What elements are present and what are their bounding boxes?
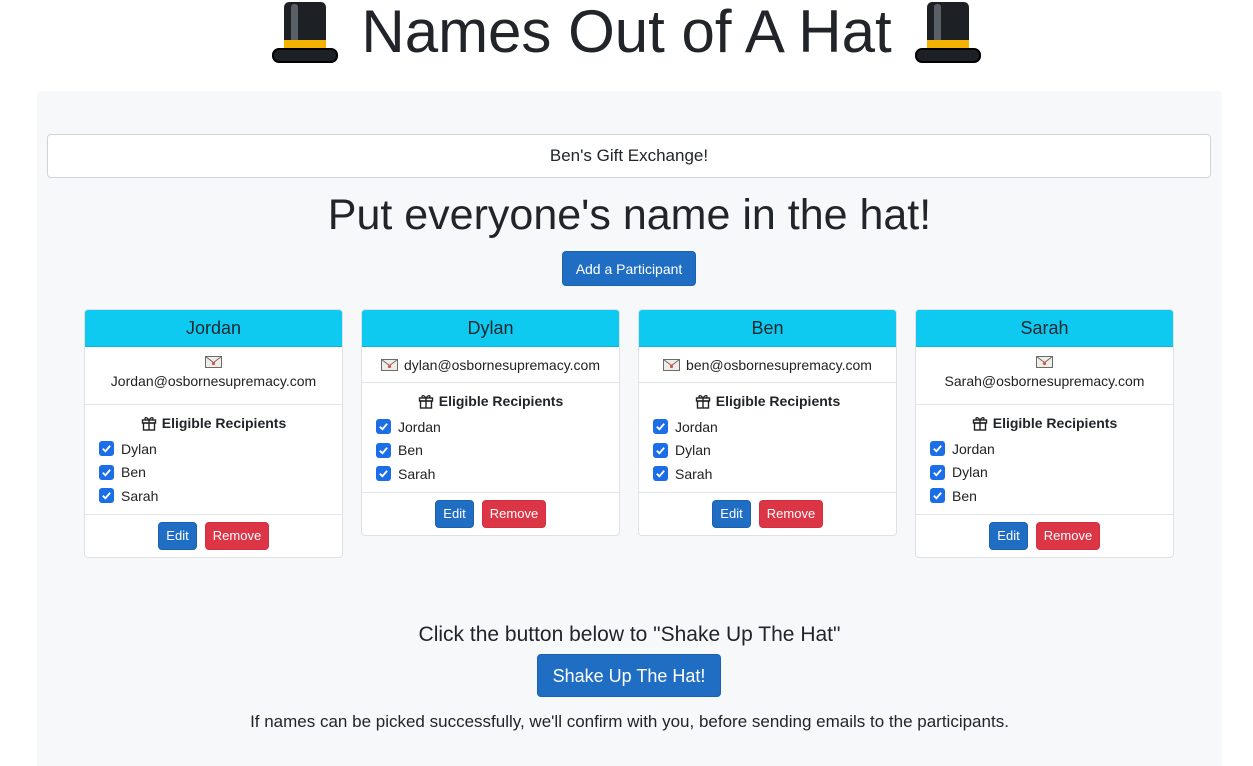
main-panel: Put everyone's name in the hat! Add a Pa… — [37, 91, 1222, 766]
recipient-checkbox[interactable] — [376, 466, 391, 482]
recipient-item[interactable]: Dylan — [653, 439, 882, 463]
participant-email-row: ben@osbornesupremacy.com — [639, 347, 896, 383]
recipients-title: Eligible Recipients — [930, 415, 1159, 431]
participant-card: Sarah Sarah@osbornesupremacy.com Eligibl… — [915, 309, 1174, 558]
recipient-checkbox[interactable] — [930, 464, 945, 480]
edit-button[interactable]: Edit — [435, 499, 474, 528]
gift-icon — [418, 395, 433, 409]
recipient-name: Dylan — [121, 440, 157, 457]
recipient-list: Jordan Dylan Ben — [930, 437, 1159, 508]
card-actions: Edit Remove — [362, 493, 619, 535]
participant-email-row: dylan@osbornesupremacy.com — [362, 347, 619, 383]
recipient-name: Dylan — [675, 442, 711, 459]
participant-name: Dylan — [362, 310, 619, 347]
recipient-item[interactable]: Dylan — [930, 461, 1159, 485]
participant-email: Sarah@osbornesupremacy.com — [944, 373, 1145, 389]
recipients-label: Eligible Recipients — [715, 393, 841, 409]
envelope-icon — [663, 358, 681, 371]
card-actions: Edit Remove — [85, 515, 342, 557]
participant-email-row: Jordan@osbornesupremacy.com — [85, 347, 342, 405]
participant-name: Ben — [639, 310, 896, 347]
recipient-item[interactable]: Sarah — [653, 462, 882, 486]
recipient-item[interactable]: Sarah — [376, 462, 605, 486]
recipient-name: Jordan — [675, 418, 718, 435]
add-participant-button[interactable]: Add a Participant — [562, 251, 696, 286]
page-heading: Put everyone's name in the hat! — [327, 191, 932, 239]
recipient-list: Jordan Dylan Sarah — [653, 415, 882, 486]
app-title: Names Out of A Hat — [361, 0, 892, 65]
recipient-item[interactable]: Ben — [930, 484, 1159, 508]
recipients-title: Eligible Recipients — [99, 415, 328, 431]
top-hat-icon — [914, 2, 981, 63]
recipient-checkbox[interactable] — [99, 488, 114, 504]
recipient-name: Ben — [121, 464, 146, 481]
event-name-input[interactable] — [47, 134, 1211, 178]
remove-button[interactable]: Remove — [759, 499, 823, 528]
recipients-label: Eligible Recipients — [992, 415, 1118, 431]
remove-button[interactable]: Remove — [1036, 521, 1100, 550]
recipients-section: Eligible Recipients Jordan Ben Sarah — [362, 383, 619, 493]
shake-up-hat-button[interactable]: Shake Up The Hat! — [537, 654, 721, 697]
recipient-item[interactable]: Jordan — [653, 415, 882, 439]
recipients-section: Eligible Recipients Jordan Dylan Ben — [916, 405, 1173, 515]
recipient-name: Jordan — [398, 418, 441, 435]
envelope-icon — [1036, 356, 1053, 368]
recipient-item[interactable]: Dylan — [99, 437, 328, 461]
confirmation-note: If names can be picked successfully, we'… — [250, 712, 1009, 731]
recipient-list: Dylan Ben Sarah — [99, 437, 328, 508]
recipient-item[interactable]: Jordan — [930, 437, 1159, 461]
recipient-name: Ben — [398, 442, 423, 459]
gift-icon — [972, 417, 987, 431]
shake-instruction: Click the button below to "Shake Up The … — [418, 623, 841, 646]
recipients-title: Eligible Recipients — [376, 393, 605, 409]
participant-email-row: Sarah@osbornesupremacy.com — [916, 347, 1173, 405]
recipient-checkbox[interactable] — [653, 419, 668, 435]
recipient-item[interactable]: Jordan — [376, 415, 605, 439]
recipient-checkbox[interactable] — [653, 466, 668, 482]
participant-card: Ben ben@osbornesupremacy.com Eligible Re… — [638, 309, 897, 536]
recipient-checkbox[interactable] — [930, 488, 945, 504]
recipient-item[interactable]: Sarah — [99, 484, 328, 508]
envelope-icon — [380, 358, 398, 371]
gift-icon — [141, 417, 156, 431]
participant-name: Sarah — [916, 310, 1173, 347]
recipient-name: Jordan — [952, 440, 995, 457]
remove-button[interactable]: Remove — [205, 521, 269, 550]
app-header: Names Out of A Hat — [0, 0, 1253, 70]
edit-button[interactable]: Edit — [158, 521, 197, 550]
recipient-name: Dylan — [952, 464, 988, 481]
participant-email: Jordan@osbornesupremacy.com — [110, 373, 317, 389]
recipient-checkbox[interactable] — [653, 442, 668, 458]
recipients-label: Eligible Recipients — [161, 415, 287, 431]
recipient-item[interactable]: Ben — [376, 439, 605, 463]
recipient-checkbox[interactable] — [930, 441, 945, 457]
recipient-item[interactable]: Ben — [99, 461, 328, 485]
remove-button[interactable]: Remove — [482, 499, 546, 528]
recipient-checkbox[interactable] — [99, 464, 114, 480]
recipient-name: Sarah — [121, 487, 159, 504]
participant-email: dylan@osbornesupremacy.com — [403, 356, 601, 373]
recipient-list: Jordan Ben Sarah — [376, 415, 605, 486]
recipients-section: Eligible Recipients Dylan Ben Sarah — [85, 405, 342, 515]
participant-name: Jordan — [85, 310, 342, 347]
recipients-section: Eligible Recipients Jordan Dylan Sarah — [639, 383, 896, 493]
recipient-name: Ben — [952, 487, 977, 504]
top-hat-icon — [272, 2, 339, 63]
recipient-checkbox[interactable] — [99, 441, 114, 457]
recipients-title: Eligible Recipients — [653, 393, 882, 409]
envelope-icon — [205, 356, 222, 368]
participant-card: Dylan dylan@osbornesupremacy.com Eligibl… — [361, 309, 620, 536]
recipient-name: Sarah — [675, 465, 713, 482]
recipient-checkbox[interactable] — [376, 442, 391, 458]
participant-card: Jordan Jordan@osbornesupremacy.com Eligi… — [84, 309, 343, 558]
card-actions: Edit Remove — [916, 515, 1173, 557]
gift-icon — [695, 395, 710, 409]
card-actions: Edit Remove — [639, 493, 896, 535]
recipient-checkbox[interactable] — [376, 419, 391, 435]
recipient-name: Sarah — [398, 465, 436, 482]
edit-button[interactable]: Edit — [712, 499, 751, 528]
edit-button[interactable]: Edit — [989, 521, 1028, 550]
participant-email: ben@osbornesupremacy.com — [686, 356, 872, 373]
recipients-label: Eligible Recipients — [438, 393, 564, 409]
